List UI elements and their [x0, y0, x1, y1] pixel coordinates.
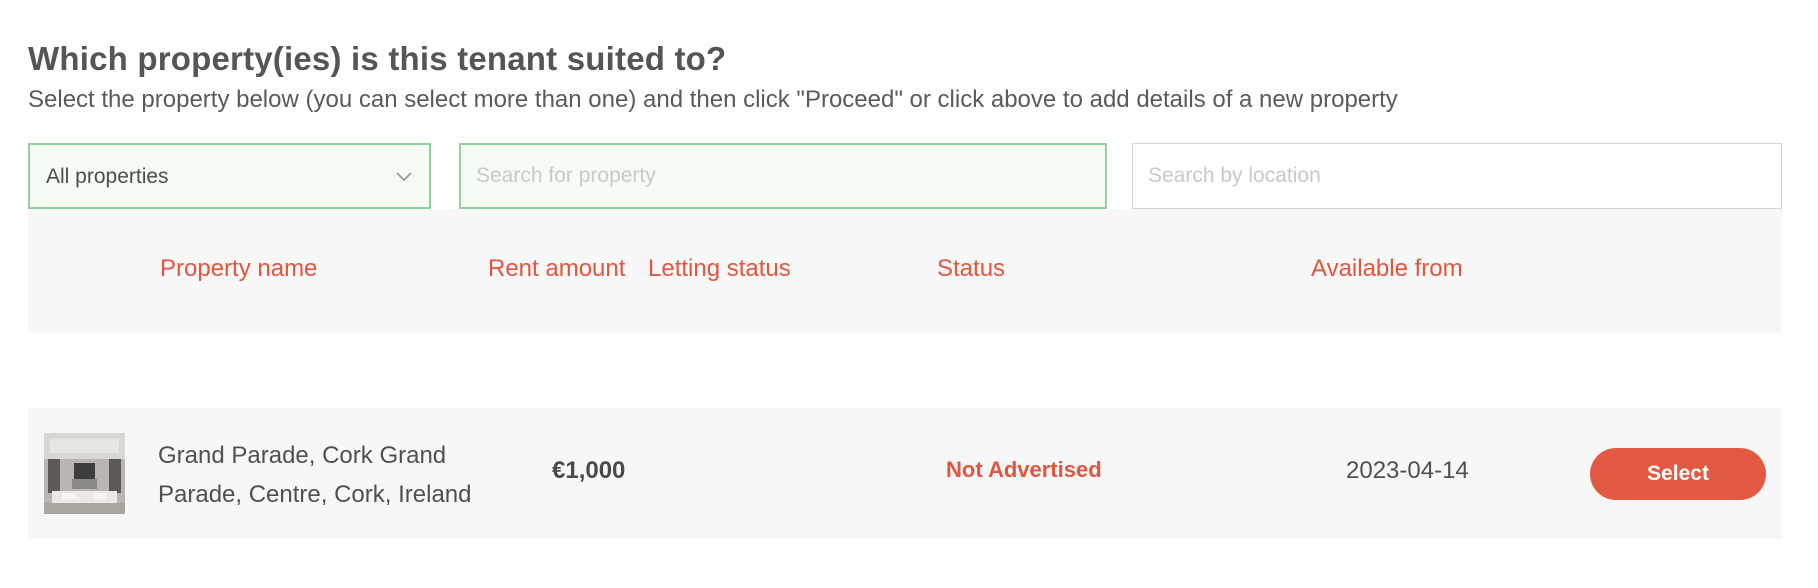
- property-type-select[interactable]: All properties: [28, 143, 431, 209]
- table-row: Grand Parade, Cork Grand Parade, Centre,…: [28, 408, 1782, 539]
- property-search-field: [459, 143, 1107, 209]
- column-header-status: Status: [937, 255, 1006, 282]
- column-header-available-from: Available from: [1311, 255, 1463, 282]
- column-header-letting-status: Letting status: [648, 255, 791, 282]
- rent-amount-cell: €1,000: [552, 457, 626, 484]
- chevron-down-icon: [395, 169, 413, 187]
- location-search-field: [1132, 143, 1782, 209]
- table-header: Property name Rent amount Letting status…: [28, 209, 1782, 333]
- property-type-select-value: All properties: [46, 165, 169, 188]
- available-from-cell: 2023-04-14: [1346, 457, 1469, 484]
- status-badge: Not Advertised: [946, 457, 1102, 482]
- filter-bar: All properties: [28, 143, 1782, 209]
- property-name-cell: Grand Parade, Cork Grand Parade, Centre,…: [158, 442, 472, 508]
- page-subtitle: Select the property below (you can selec…: [28, 86, 1398, 113]
- column-header-rent-amount: Rent amount: [488, 255, 626, 282]
- property-search-input[interactable]: [476, 145, 1090, 207]
- column-header-property-name: Property name: [160, 255, 318, 282]
- location-search-input[interactable]: [1148, 144, 1766, 208]
- property-thumbnail: [44, 433, 125, 514]
- select-property-button[interactable]: Select: [1590, 448, 1766, 500]
- page-title: Which property(ies) is this tenant suite…: [28, 40, 727, 77]
